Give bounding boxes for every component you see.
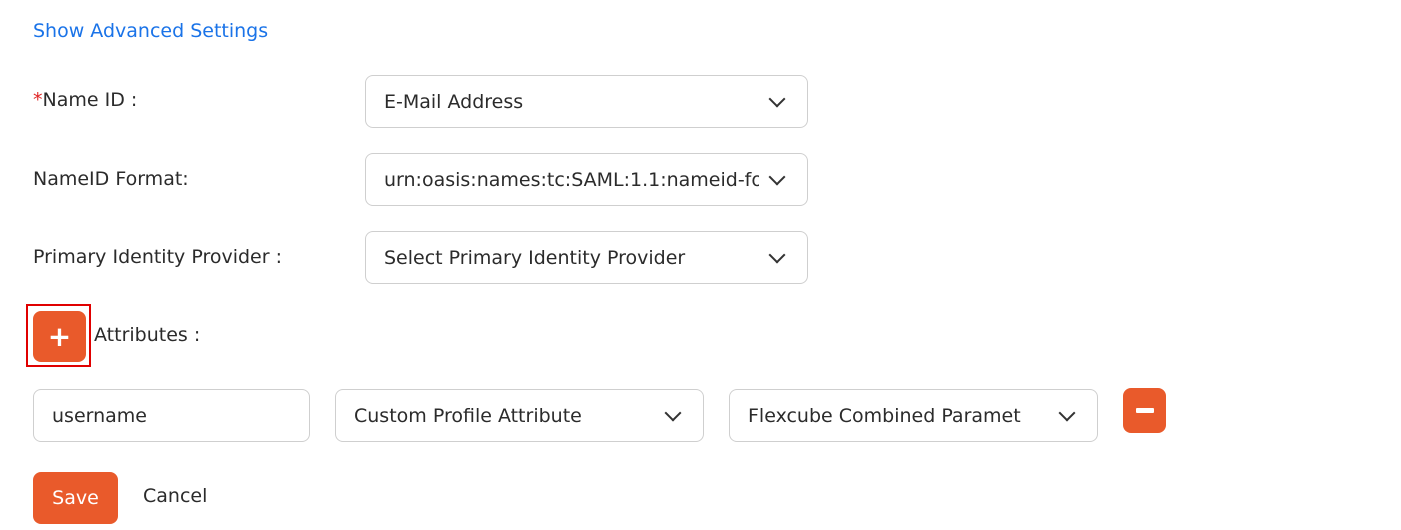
remove-attribute-button[interactable]	[1123, 388, 1166, 433]
add-attribute-button[interactable]: +	[33, 311, 86, 362]
chevron-down-icon	[768, 168, 786, 185]
required-mark: *	[33, 89, 43, 111]
attribute-type-select[interactable]: Custom Profile Attribute	[335, 389, 704, 442]
chevron-down-icon	[1058, 404, 1076, 421]
minus-icon	[1135, 408, 1154, 413]
chevron-down-icon	[664, 404, 682, 421]
cancel-button[interactable]: Cancel	[143, 485, 207, 507]
name-id-select[interactable]: E-Mail Address	[365, 75, 808, 128]
nameid-format-label: NameID Format:	[33, 168, 189, 190]
primary-idp-value: Select Primary Identity Provider	[384, 246, 686, 269]
nameid-format-value: urn:oasis:names:tc:SAML:1.1:nameid-forma…	[384, 168, 759, 191]
attributes-label: Attributes :	[94, 324, 201, 346]
attribute-name-value: username	[52, 404, 147, 427]
attribute-value-select[interactable]: Flexcube Combined Paramet	[729, 389, 1098, 442]
attribute-type-value: Custom Profile Attribute	[354, 404, 582, 427]
name-id-value: E-Mail Address	[384, 90, 524, 113]
chevron-down-icon	[768, 90, 786, 107]
attribute-name-input[interactable]: username	[33, 389, 310, 442]
chevron-down-icon	[768, 246, 786, 263]
attribute-value-value: Flexcube Combined Paramet	[748, 404, 1021, 427]
name-id-label: *Name ID :	[33, 89, 137, 111]
plus-icon: +	[47, 320, 72, 353]
name-id-label-text: Name ID :	[42, 89, 138, 111]
save-button[interactable]: Save	[33, 472, 118, 524]
show-advanced-settings-link[interactable]: Show Advanced Settings	[33, 20, 268, 42]
primary-idp-select[interactable]: Select Primary Identity Provider	[365, 231, 808, 284]
primary-idp-label: Primary Identity Provider :	[33, 246, 282, 268]
nameid-format-select[interactable]: urn:oasis:names:tc:SAML:1.1:nameid-forma…	[365, 153, 808, 206]
